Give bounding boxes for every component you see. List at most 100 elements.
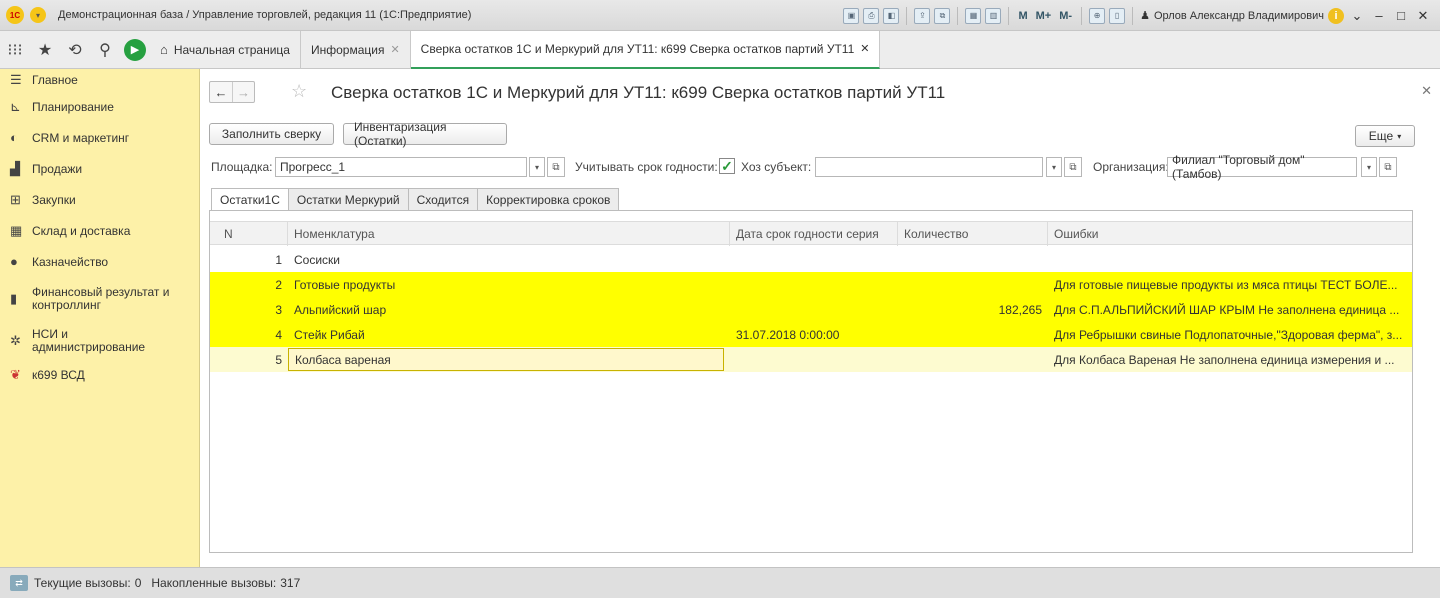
tab-stock-1c[interactable]: Остатки1С (211, 188, 289, 211)
tab-reconciliation[interactable]: Сверка остатков 1С и Меркурий для УТ11: … (410, 30, 881, 69)
calculator-icon[interactable]: ▦ (965, 7, 982, 24)
link-icon[interactable]: ⇪ (914, 7, 931, 24)
user-icon: ♟ (1140, 10, 1150, 22)
close-icon[interactable]: ✕ (390, 43, 399, 56)
subject-input[interactable] (815, 157, 1043, 177)
fill-reconciliation-button[interactable]: Заполнить сверку (209, 123, 334, 145)
minimize-icon[interactable]: – (1370, 8, 1388, 23)
history-icon[interactable]: ⟲ (60, 31, 90, 69)
cell-quantity (898, 322, 1048, 347)
all-functions-icon[interactable]: ⁝⁝⁝ (0, 31, 30, 69)
tab-label: Информация (310, 42, 385, 57)
close-window-icon[interactable]: ✕ (1414, 8, 1432, 24)
panel-icon[interactable]: ▯ (1109, 7, 1126, 24)
table-row[interactable]: 3 Альпийский шар 182,265 Для С.П.АЛЬПИЙС… (210, 297, 1412, 322)
organization-input[interactable]: Филиал "Торговый дом" (Тамбов) (1167, 153, 1357, 181)
crm-icon: ◐ (10, 130, 18, 145)
sidebar-item-main[interactable]: ☰ Главное (0, 69, 199, 91)
column-header-n[interactable]: N (218, 222, 288, 246)
cell-n: 5 (275, 352, 282, 367)
cell-errors: Для Ребрышки свиные Подлопаточные,"Здоро… (1054, 327, 1403, 342)
main-menu-icon[interactable]: ▾ (30, 7, 46, 23)
cell-expiry-date (730, 347, 898, 372)
memory-sub-button[interactable]: M- (1057, 10, 1074, 22)
organization-open-icon[interactable]: ⧉ (1379, 157, 1397, 177)
table-row[interactable]: 2 Готовые продукты Для готовые пищевые п… (210, 272, 1412, 297)
inventory-button[interactable]: Инвентаризация (Остатки) (343, 120, 507, 148)
sidebar-item-label: Продажи (32, 161, 83, 176)
dropdown-icon[interactable]: ⌄ (1348, 8, 1366, 24)
organization-dropdown-icon[interactable]: ▾ (1361, 157, 1377, 177)
site-input[interactable]: Прогресс_1 (275, 157, 527, 177)
sidebar-item-purchases[interactable]: ⊞ Закупки (0, 184, 199, 215)
current-calls-label: Текущие вызовы: (34, 576, 131, 590)
site-label: Площадка: (211, 160, 273, 174)
table-row[interactable]: 1 Сосиски (210, 247, 1412, 272)
tab-home[interactable]: ⌂ Начальная страница (150, 30, 301, 69)
close-icon[interactable]: ✕ (860, 42, 869, 55)
tab-expiry-correction[interactable]: Корректировка сроков (477, 188, 620, 210)
separator (1008, 6, 1010, 25)
favorites-icon[interactable]: ★ (30, 31, 60, 69)
user-name[interactable]: Орлов Александр Владимирович (1154, 10, 1324, 22)
memory-button[interactable]: M (1016, 10, 1029, 22)
sidebar-item-warehouse[interactable]: ▦ Склад и доставка (0, 215, 199, 246)
memory-add-button[interactable]: M+ (1034, 10, 1054, 22)
sidebar-item-crm[interactable]: ◐ CRM и маркетинг (0, 122, 199, 153)
save-icon[interactable]: ▣ (843, 7, 860, 24)
sidebar-item-label: Закупки (32, 192, 76, 207)
table-row[interactable]: 4 Стейк Рибай 31.07.2018 0:00:00 Для Реб… (210, 322, 1412, 347)
sidebar-item-label: Финансовый результат и контроллинг (32, 285, 170, 312)
cell-n: 1 (275, 252, 282, 267)
calendar-icon[interactable]: ▥ (985, 7, 1002, 24)
subject-dropdown-icon[interactable]: ▾ (1046, 157, 1062, 177)
column-header-expiry-date[interactable]: Дата срок годности серия (730, 222, 898, 246)
sidebar-item-k699[interactable]: ❦ к699 ВСД (0, 361, 199, 389)
server-calls-icon[interactable]: ⇄ (10, 575, 28, 591)
forward-arrow-icon[interactable]: → (232, 82, 254, 102)
favorite-star-icon[interactable]: ☆ (291, 81, 307, 102)
grid-header: N Номенклатура Дата срок годности серия … (210, 221, 1412, 246)
column-header-quantity[interactable]: Количество (898, 222, 1048, 246)
tab-info[interactable]: Информация ✕ (301, 30, 411, 69)
sidebar-item-treasury[interactable]: ● Казначейство (0, 246, 199, 277)
expiry-label: Учитывать срок годности: (575, 160, 718, 174)
maximize-icon[interactable]: □ (1392, 8, 1410, 23)
site-open-icon[interactable]: ⧉ (547, 157, 565, 177)
print-icon[interactable]: ⎙ (863, 7, 880, 24)
sidebar-item-finance[interactable]: ▮ Финансовый результат и контроллинг (0, 277, 199, 321)
cell-expiry-date (730, 247, 898, 272)
close-icon[interactable]: ✕ (1421, 83, 1432, 99)
search-icon[interactable]: ⚲ (90, 31, 120, 69)
separator (906, 6, 908, 25)
help-icon[interactable]: i (1328, 7, 1344, 24)
cart-icon: ⊞ (10, 191, 21, 207)
tab-label: Начальная страница (173, 42, 290, 57)
back-arrow-icon[interactable]: ← (210, 82, 232, 102)
organization-label: Организация: (1093, 160, 1169, 174)
cell-expiry-date (730, 297, 898, 322)
subject-open-icon[interactable]: ⧉ (1064, 157, 1082, 177)
cell-errors (1048, 247, 1410, 272)
tab-stock-mercury[interactable]: Остатки Меркурий (287, 188, 409, 210)
link-copy-icon[interactable]: ⧉ (934, 7, 951, 24)
table-row[interactable]: 5 Колбаса вареная Для Колбаса Вареная Не… (210, 347, 1412, 372)
separator (1081, 6, 1083, 25)
play-icon[interactable]: ▶ (124, 38, 146, 61)
planning-icon: ⊾ (10, 98, 21, 114)
column-header-errors[interactable]: Ошибки (1048, 222, 1404, 246)
zoom-icon[interactable]: ⊕ (1089, 7, 1106, 24)
preview-icon[interactable]: ◧ (883, 7, 900, 24)
sidebar-item-planning[interactable]: ⊾ Планирование (0, 91, 199, 122)
column-header-nomenclature[interactable]: Номенклатура (288, 222, 730, 246)
sidebar-item-sales[interactable]: ▟ Продажи (0, 153, 199, 184)
cell-nomenclature-editing[interactable]: Колбаса вареная (288, 348, 724, 371)
stock-grid[interactable]: N Номенклатура Дата срок годности серия … (209, 210, 1413, 553)
expiry-checkbox[interactable]: ✓ (719, 158, 735, 174)
more-button[interactable]: Еще ▾ (1355, 125, 1415, 147)
cell-nomenclature: Готовые продукты (294, 277, 396, 292)
tab-matches[interactable]: Сходится (407, 188, 479, 210)
sidebar-item-label: Склад и доставка (32, 223, 131, 238)
site-dropdown-icon[interactable]: ▾ (529, 157, 545, 177)
sidebar-item-admin[interactable]: ✲ НСИ и администрирование (0, 321, 199, 361)
